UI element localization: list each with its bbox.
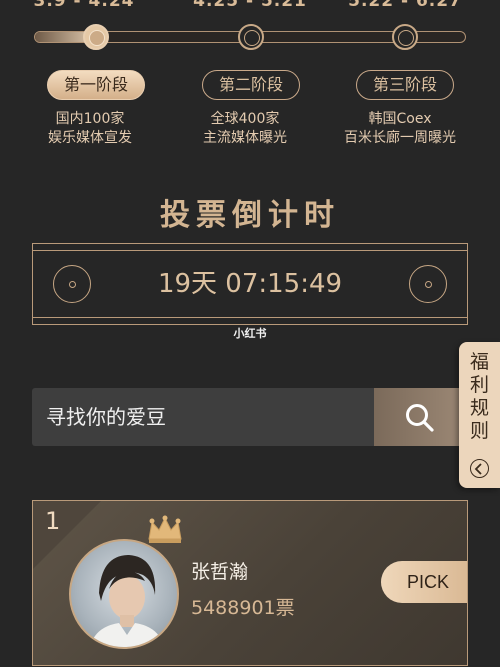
stage-2-tab[interactable]: 第二阶段: [202, 70, 300, 100]
stage-3-date: 5.22 - 6.27: [348, 0, 462, 11]
rules-side-tab[interactable]: 福利规则: [459, 342, 500, 488]
rules-side-tab-label: 福利规则: [469, 351, 489, 442]
stage-1-desc-line2: 娱乐媒体宣发: [48, 130, 132, 146]
stage-3-desc-line1: 韩国Coex: [368, 111, 432, 127]
stage-1-tab[interactable]: 第一阶段: [47, 70, 145, 100]
stage-3-desc-line2: 百米长廊一周曝光: [344, 130, 456, 146]
search-button[interactable]: [374, 388, 468, 446]
stage-3-node: [392, 24, 418, 50]
idol-name: 张哲瀚: [191, 561, 249, 583]
avatar[interactable]: [69, 539, 179, 649]
decorative-circle-right-icon: [409, 265, 447, 303]
stage-1-desc-line1: 国内100家: [55, 111, 125, 127]
stage-1-node: [83, 24, 109, 50]
countdown-frame: 19天 07:15:49: [33, 250, 467, 318]
stage-1-description: 国内100家 娱乐媒体宣发: [48, 110, 132, 148]
stage-3-tab[interactable]: 第三阶段: [356, 70, 454, 100]
stage-2-desc-line2: 主流媒体曝光: [203, 130, 287, 146]
avatar-portrait-icon: [89, 555, 165, 647]
stage-dates: 3.9 - 4.24 4.25 - 5.21 5.22 - 6.27: [0, 0, 500, 13]
stage-1-date: 3.9 - 4.24: [33, 0, 135, 11]
idol-search-input[interactable]: 寻找你的爱豆: [32, 388, 374, 446]
pick-button[interactable]: PICK: [381, 561, 467, 603]
ranking-card[interactable]: 1 张哲瀚 5488901票 PICK: [32, 500, 468, 666]
stage-2-date: 4.25 - 5.21: [193, 0, 307, 11]
stage-2-node: [238, 24, 264, 50]
rank-number: 1: [45, 507, 61, 535]
countdown-title: 投票倒计时: [160, 198, 340, 233]
idol-vote-count: 5488901票: [191, 597, 295, 619]
idol-search-bar: 寻找你的爱豆: [32, 388, 468, 446]
chevron-left-icon: [470, 459, 489, 478]
crown-icon: [148, 515, 182, 543]
stage-3-description: 韩国Coex 百米长廊一周曝光: [344, 110, 456, 148]
stage-2-desc-line1: 全球400家: [210, 111, 280, 127]
watermark: 小红书: [233, 327, 267, 340]
stage-2-description: 全球400家 主流媒体曝光: [203, 110, 287, 148]
countdown-timer: 19天 07:15:49: [157, 269, 343, 299]
search-icon: [406, 404, 434, 432]
countdown-panel: 19天 07:15:49: [32, 243, 468, 325]
